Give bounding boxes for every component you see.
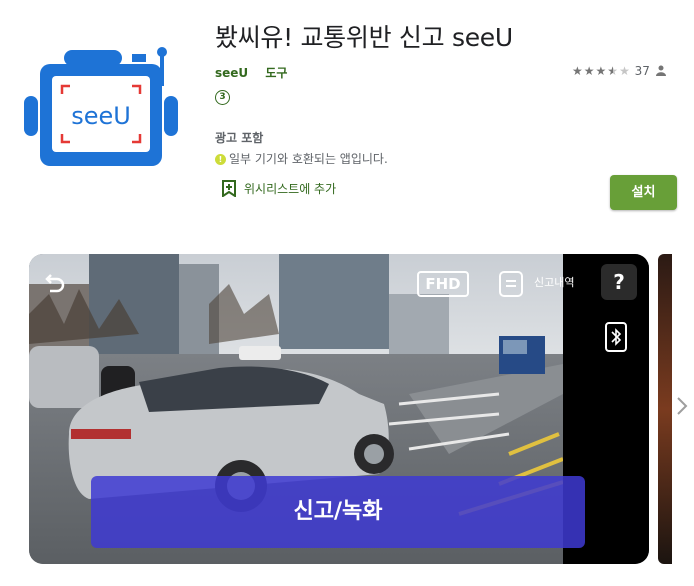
content-rating-badge: 3 bbox=[215, 90, 230, 105]
star-icon: ★ bbox=[583, 64, 596, 78]
app-icon-text: seeU bbox=[71, 102, 131, 130]
category-link[interactable]: 도구 bbox=[265, 66, 287, 80]
star-icon: ★ bbox=[607, 64, 620, 78]
help-button[interactable]: ? bbox=[601, 264, 637, 300]
fhd-badge[interactable]: FHD bbox=[417, 271, 469, 297]
record-report-button[interactable]: 신고/녹화 bbox=[91, 476, 585, 548]
developer-link[interactable]: seeU bbox=[215, 66, 248, 80]
compat-text: 일부 기기와 호환되는 앱입니다. bbox=[229, 152, 388, 166]
developer-line: seeU 도구 bbox=[215, 64, 300, 81]
back-icon[interactable] bbox=[44, 272, 66, 294]
rating: ★★★★★ 37 bbox=[572, 64, 666, 78]
ads-label: 광고 포함 bbox=[215, 131, 264, 145]
rating-stars: ★★★★★ bbox=[572, 64, 631, 78]
app-icon: seeU bbox=[24, 47, 178, 166]
bookmark-plus-icon bbox=[222, 180, 236, 197]
bluetooth-icon[interactable] bbox=[605, 322, 627, 352]
compat-notice: ! 일부 기기와 호환되는 앱입니다. bbox=[215, 150, 388, 167]
person-icon bbox=[655, 65, 666, 76]
star-icon: ★ bbox=[619, 64, 631, 78]
next-screenshot-peek[interactable] bbox=[658, 254, 672, 564]
wishlist-label: 위시리스트에 추가 bbox=[244, 182, 337, 196]
star-icon: ★ bbox=[595, 64, 608, 78]
install-button[interactable]: 설치 bbox=[610, 175, 677, 210]
info-icon: ! bbox=[215, 154, 226, 165]
star-icon: ★ bbox=[572, 64, 584, 78]
app-title: 봤씨유! 교통위반 신고 seeU bbox=[215, 23, 513, 52]
rating-count: 37 bbox=[634, 64, 650, 78]
history-label[interactable]: 신고내역 bbox=[534, 274, 574, 290]
history-list-icon[interactable] bbox=[499, 271, 523, 297]
chevron-right-icon[interactable] bbox=[676, 396, 688, 416]
app-screenshot[interactable]: FHD 신고내역 ? 신고/녹화 bbox=[29, 254, 649, 564]
wishlist-button[interactable]: 위시리스트에 추가 bbox=[222, 180, 336, 197]
